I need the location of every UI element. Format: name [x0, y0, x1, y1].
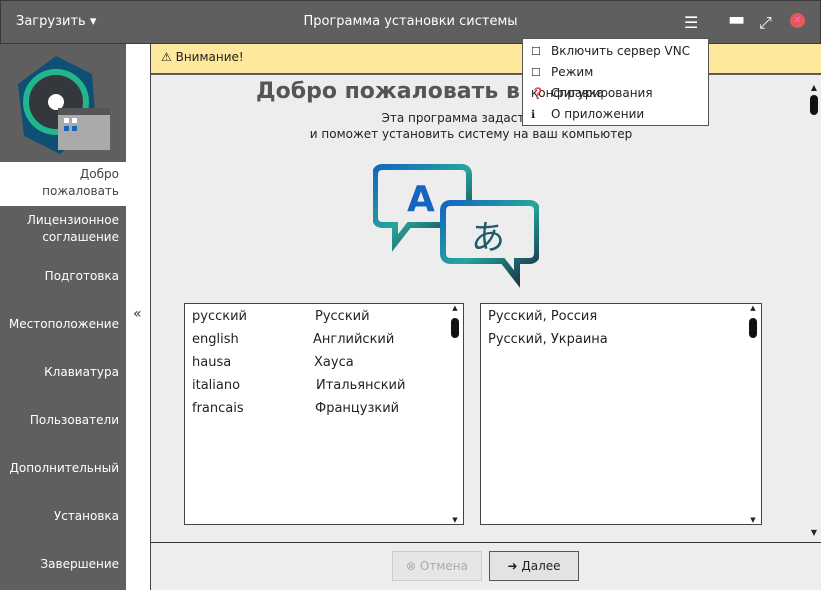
svg-text:A: A	[407, 179, 435, 220]
collapse-icon: «	[133, 306, 142, 322]
sidebar-item-additional[interactable]: Дополнительный	[0, 460, 126, 477]
sidebar: Добро пожаловать Лицензионное соглашение…	[0, 44, 126, 590]
warning-icon: ⚠	[161, 50, 172, 64]
cancel-label: Отмена	[419, 559, 468, 573]
list-item[interactable]: Русский, Украина	[488, 332, 608, 347]
sidebar-item-finish[interactable]: Завершение	[0, 556, 126, 573]
cancel-button[interactable]: ⊗ Отмена	[392, 551, 482, 581]
checkbox-icon[interactable]: ☐	[531, 62, 551, 83]
sidebar-item-keyboard[interactable]: Клавиатура	[0, 364, 126, 381]
next-label: Далее	[521, 559, 561, 573]
sidebar-item-license[interactable]: Лицензионное соглашение	[0, 212, 126, 246]
translated-name: Английский	[313, 332, 395, 347]
next-button[interactable]: ➜ Далее	[489, 551, 579, 581]
menu-item-about[interactable]: ℹ О приложении	[523, 104, 708, 125]
subtitle-line-2: и поможет установить систему на ваш комп…	[309, 127, 633, 141]
sidebar-item-preparation[interactable]: Подготовка	[0, 268, 126, 285]
menu-item-label: Справка	[551, 86, 604, 100]
main-content: Добро пожаловать в уст Эта программа зад…	[151, 75, 821, 542]
sidebar-collapse-button[interactable]: «	[126, 44, 151, 590]
warning-bar: ⚠ Внимание!	[151, 44, 821, 74]
scrollbar[interactable]: ▲ ▼	[449, 304, 461, 524]
language-list[interactable]: русский Русский english Английский hausa Ха…	[184, 303, 464, 525]
close-icon[interactable]: ✕	[790, 13, 805, 28]
list-item[interactable]: italiano Итальянский	[192, 378, 405, 393]
translated-name: Французкий	[315, 401, 400, 416]
menu-item-config-mode[interactable]: ☐ Режим конфигурирования	[523, 62, 708, 100]
list-item[interactable]: english Английский	[192, 332, 394, 347]
page-title: Добро пожаловать в уст	[256, 79, 568, 104]
language-icon: A あ	[373, 164, 539, 288]
native-name: hausa	[192, 355, 232, 370]
warning-text: Внимание!	[175, 50, 244, 64]
list-item[interactable]: hausa Хауса	[192, 355, 354, 370]
info-circle-icon: ℹ	[531, 108, 536, 121]
sidebar-item-welcome[interactable]: Добро пожаловать	[0, 162, 126, 206]
arrow-right-circle-icon: ➜	[507, 559, 518, 573]
list-item[interactable]: русский Русский	[192, 309, 370, 324]
native-name: русский	[192, 309, 247, 324]
native-name: italiano	[192, 378, 241, 393]
native-name: francais	[192, 401, 244, 416]
menu-item-label: О приложении	[551, 107, 645, 121]
sidebar-item-install[interactable]: Установка	[0, 508, 126, 525]
sidebar-item-location[interactable]: Местоположение	[0, 316, 126, 333]
menu-item-label: Включить сервер VNC	[551, 44, 691, 58]
svg-text:あ: あ	[471, 218, 505, 258]
footer: ⊗ Отмена ➜ Далее	[151, 542, 821, 590]
maximize-icon[interactable]: ⤢	[759, 13, 772, 33]
minimize-icon[interactable]: ▬	[728, 9, 745, 30]
list-item[interactable]: francais Французкий	[192, 401, 399, 416]
translated-name: Русский	[315, 309, 370, 324]
scrollbar[interactable]: ▲ ▼	[747, 304, 759, 524]
locale-list[interactable]: Русский, Россия Русский, Украина ▲ ▼	[480, 303, 762, 525]
list-item[interactable]: Русский, Россия	[488, 309, 597, 324]
translated-name: Итальянский	[316, 378, 406, 393]
sidebar-item-users[interactable]: Пользователи	[0, 412, 126, 429]
app-logo-icon	[18, 56, 110, 154]
hamburger-dropdown-menu: ☐ Включить сервер VNC ☐ Режим конфигуриров…	[522, 38, 709, 126]
menu-item-vnc[interactable]: ☐ Включить сервер VNC	[523, 41, 708, 62]
translated-name: Хауса	[314, 355, 354, 370]
hamburger-menu-icon[interactable]: ☰	[684, 13, 698, 32]
cancel-icon: ⊗	[406, 559, 417, 573]
checkbox-icon[interactable]: ☐	[531, 41, 551, 62]
native-name: english	[192, 332, 239, 347]
question-circle-icon: ❓	[531, 87, 545, 100]
page-scrollbar[interactable]: ▲ ▼	[807, 83, 821, 543]
